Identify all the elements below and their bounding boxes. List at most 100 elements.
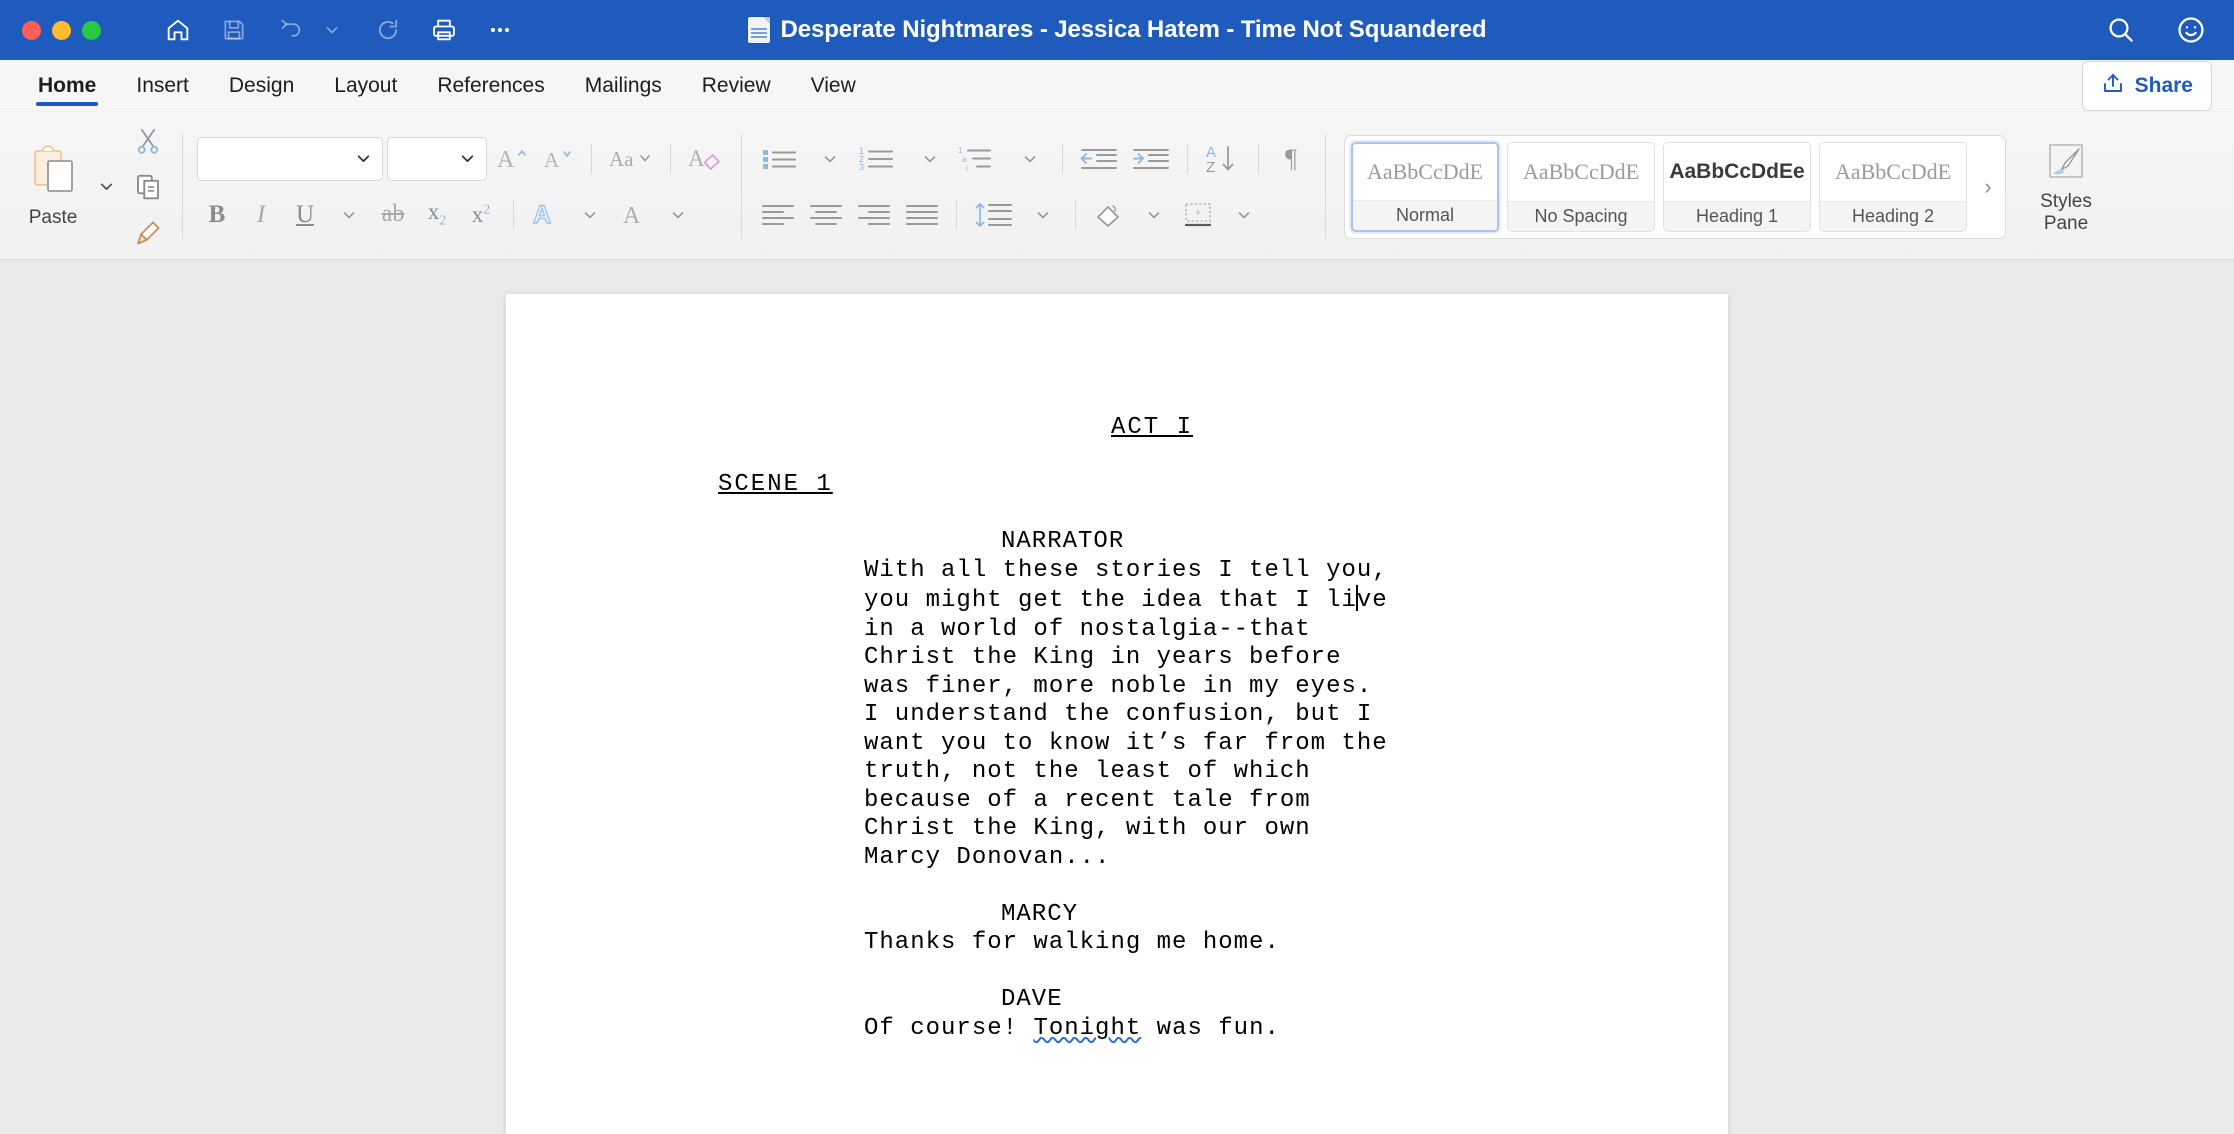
search-icon[interactable] — [2102, 11, 2140, 49]
tab-view[interactable]: View — [791, 60, 876, 111]
clipboard-group: Paste — [14, 118, 168, 255]
tab-design[interactable]: Design — [209, 60, 314, 111]
para-divider-3 — [1258, 143, 1259, 174]
dialogue-line: truth, not the least of which — [864, 758, 1311, 785]
multilevel-list-button[interactable]: 1 a i — [954, 137, 1006, 181]
style-name: Heading 1 — [1664, 200, 1810, 231]
share-container: Share — [2081, 60, 2212, 111]
dialogue-line: want you to know it’s far from the — [864, 729, 1388, 757]
font-color-chevron-icon[interactable] — [658, 193, 698, 237]
svg-text:i: i — [966, 164, 968, 173]
maximize-window-button[interactable] — [82, 20, 101, 40]
style-heading-2[interactable]: AaBbCcDdE Heading 2 — [1819, 141, 1967, 232]
borders-chevron-icon[interactable] — [1224, 193, 1264, 237]
spellcheck-underlined-word[interactable]: Tonight — [1033, 1015, 1141, 1042]
document-file-icon — [747, 17, 770, 43]
styles-gallery-next-button[interactable]: › — [1975, 174, 2001, 200]
svg-text:A: A — [623, 203, 641, 229]
shading-button[interactable] — [1088, 193, 1130, 237]
svg-text:A: A — [497, 147, 515, 173]
bullets-button[interactable] — [756, 137, 806, 181]
highlight-chevron-icon[interactable] — [570, 193, 610, 237]
font-row-1: A A Aa A — [197, 136, 727, 181]
borders-button[interactable] — [1178, 193, 1220, 237]
save-icon[interactable] — [217, 13, 251, 47]
close-window-button[interactable] — [22, 20, 41, 40]
underline-chevron-icon[interactable] — [329, 193, 369, 237]
svg-text:A: A — [533, 201, 551, 229]
text-highlight-color-button[interactable]: A — [526, 193, 566, 237]
document-canvas[interactable]: ACT I SCENE 1 NARRATOR With all these st… — [0, 260, 2234, 1134]
shading-chevron-icon[interactable] — [1134, 193, 1174, 237]
undo-icon[interactable] — [273, 13, 307, 47]
styles-pane-label: Styles Pane — [2040, 191, 2092, 235]
redo-icon[interactable] — [371, 13, 405, 47]
chevron-down-icon — [461, 155, 474, 163]
tab-label: View — [810, 73, 856, 97]
change-case-button[interactable]: Aa — [604, 137, 658, 181]
copy-button[interactable] — [128, 165, 168, 209]
dialogue-text: you might get the idea that I live — [864, 585, 1388, 614]
multilevel-chevron-icon[interactable] — [1010, 137, 1050, 181]
line-spacing-button[interactable] — [969, 193, 1019, 237]
underline-button[interactable]: U — [285, 193, 325, 237]
strikethrough-button[interactable]: ab — [373, 193, 413, 237]
style-normal[interactable]: AaBbCcDdE Normal — [1351, 141, 1499, 232]
tab-home[interactable]: Home — [18, 60, 116, 111]
tab-insert[interactable]: Insert — [116, 60, 209, 111]
italic-button[interactable]: I — [241, 193, 281, 237]
subscript-button[interactable]: x2 — [417, 193, 457, 237]
paragraph-row-2 — [756, 193, 1311, 237]
paragraph-row-1: 1 2 3 1 a i A Z ¶ — [756, 137, 1311, 181]
paste-options-chevron-icon[interactable] — [86, 165, 126, 209]
document-page[interactable]: ACT I SCENE 1 NARRATOR With all these st… — [506, 294, 1728, 1134]
style-no-spacing[interactable]: AaBbCcDdE No Spacing — [1507, 141, 1655, 232]
sort-button[interactable]: A Z — [1200, 137, 1246, 181]
paste-button[interactable]: Paste — [22, 140, 84, 233]
style-name: Normal — [1353, 199, 1497, 230]
bullets-chevron-icon[interactable] — [810, 137, 850, 181]
line-spacing-chevron-icon[interactable] — [1023, 193, 1063, 237]
font-size-input[interactable] — [387, 136, 487, 181]
tab-review[interactable]: Review — [682, 60, 791, 111]
numbering-button[interactable]: 1 2 3 — [854, 137, 906, 181]
svg-text:Aa: Aa — [609, 147, 634, 171]
cut-button[interactable] — [128, 119, 168, 163]
more-options-icon[interactable] — [483, 13, 517, 47]
style-heading-1[interactable]: AaBbCcDdEe Heading 1 — [1663, 141, 1811, 232]
font-color-button[interactable]: A — [614, 193, 654, 237]
styles-pane-button[interactable]: Styles Pane — [2018, 138, 2114, 235]
share-button[interactable]: Share — [2081, 60, 2212, 111]
decrease-indent-button[interactable] — [1075, 137, 1123, 181]
print-icon[interactable] — [427, 13, 461, 47]
justify-button[interactable] — [900, 193, 944, 237]
svg-text:a: a — [962, 155, 967, 164]
clear-formatting-button[interactable]: A — [683, 137, 727, 181]
numbering-chevron-icon[interactable] — [910, 137, 950, 181]
align-left-button[interactable] — [756, 193, 800, 237]
undo-dropdown-chevron-icon[interactable] — [315, 13, 349, 47]
home-icon[interactable] — [161, 13, 195, 47]
align-center-button[interactable] — [804, 193, 848, 237]
show-paragraph-marks-button[interactable]: ¶ — [1271, 137, 1311, 181]
grow-font-button[interactable]: A — [491, 137, 533, 181]
shrink-font-button[interactable]: A — [537, 137, 579, 181]
tab-references[interactable]: References — [417, 60, 564, 111]
account-smiley-icon[interactable] — [2172, 11, 2210, 49]
para-divider — [1062, 143, 1063, 174]
minimize-window-button[interactable] — [52, 20, 71, 40]
superscript-button[interactable]: x2 — [461, 193, 501, 237]
format-painter-button[interactable] — [128, 211, 168, 255]
style-preview: AaBbCcDdEe — [1664, 142, 1810, 201]
font-name-input[interactable] — [197, 136, 383, 181]
dialogue-line-with-caret: you might get the idea that I live — [864, 585, 1578, 616]
tab-layout[interactable]: Layout — [314, 60, 417, 111]
quick-access-toolbar — [161, 13, 517, 47]
bold-button[interactable]: B — [197, 193, 237, 237]
tab-mailings[interactable]: Mailings — [565, 60, 682, 111]
svg-text:A: A — [544, 148, 560, 172]
align-right-button[interactable] — [852, 193, 896, 237]
increase-indent-button[interactable] — [1127, 137, 1175, 181]
